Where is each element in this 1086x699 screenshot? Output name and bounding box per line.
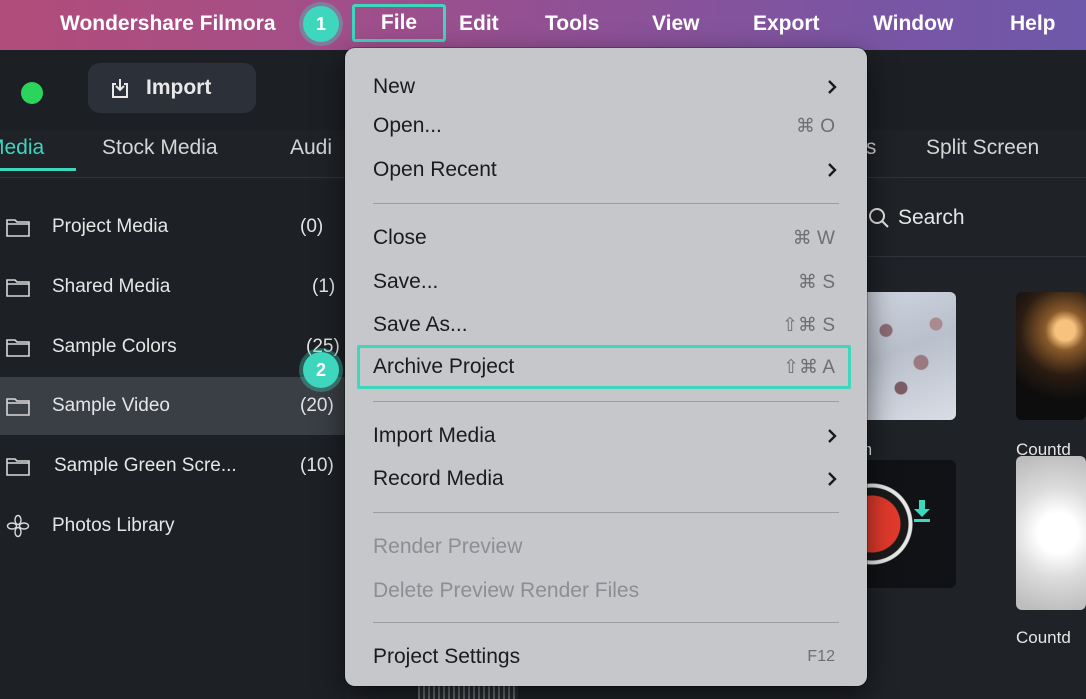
- shortcut-label: ⌘ S: [798, 271, 835, 293]
- menu-item-label: Save...: [373, 270, 439, 293]
- sidebar-item-count: (0): [300, 216, 324, 237]
- menu-item-open[interactable]: Open... ⌘ O: [373, 107, 839, 145]
- sidebar-item-shared-media[interactable]: Shared Media (1): [0, 258, 345, 316]
- sidebar-item-label: Photos Library: [52, 515, 175, 536]
- menu-separator: [373, 401, 839, 402]
- photos-icon: [6, 514, 30, 538]
- tab-split-screen[interactable]: Split Screen: [926, 136, 1039, 160]
- shortcut-label: ⌘ W: [792, 227, 835, 249]
- step-badge-2: 2: [303, 352, 339, 388]
- menu-item-label: Save As...: [373, 313, 468, 336]
- menu-item-new[interactable]: New: [373, 68, 839, 106]
- folder-icon: [6, 219, 30, 237]
- menu-item-label: Close: [373, 226, 427, 249]
- sidebar-item-label: Sample Video: [52, 395, 170, 416]
- sidebar-item-count: (1): [312, 276, 336, 297]
- import-button[interactable]: Import: [88, 63, 256, 113]
- file-menu-dropdown: New Open... ⌘ O Open Recent Close ⌘ W Sa…: [345, 48, 867, 686]
- menu-bar: Wondershare Filmora File Edit Tools View…: [0, 0, 1086, 50]
- active-tab-indicator: [0, 168, 76, 171]
- menu-export[interactable]: Export: [753, 12, 820, 36]
- tab-stock-media[interactable]: Stock Media: [102, 136, 218, 160]
- shortcut-label: ⌘ O: [795, 115, 835, 137]
- menu-item-archive-project[interactable]: Archive Project ⇧⌘ A: [373, 348, 839, 386]
- import-icon: [112, 79, 128, 98]
- sidebar-item-photos-library[interactable]: Photos Library: [0, 497, 345, 555]
- search-input[interactable]: Search: [868, 198, 1086, 238]
- thumbnail-label: Countd: [1016, 628, 1071, 647]
- chevron-right-icon: [828, 163, 837, 177]
- sidebar-item-count: (10): [300, 455, 334, 476]
- app-menu[interactable]: Wondershare Filmora: [60, 12, 276, 36]
- import-label: Import: [146, 76, 212, 99]
- menu-item-import-media[interactable]: Import Media: [373, 417, 839, 455]
- chevron-right-icon: [828, 80, 837, 94]
- folder-icon: [6, 279, 30, 297]
- media-thumbnail[interactable]: [1016, 456, 1086, 610]
- menu-help[interactable]: Help: [1010, 12, 1056, 36]
- sidebar-item-count: (20): [300, 395, 334, 416]
- menu-item-label: Archive Project: [373, 355, 515, 378]
- media-thumbnail[interactable]: [856, 292, 956, 420]
- step-badge-1: 1: [303, 6, 339, 42]
- media-thumbnail[interactable]: [856, 460, 956, 588]
- sidebar-item-sample-video[interactable]: Sample Video (20): [0, 377, 345, 435]
- folder-icon: [6, 458, 30, 476]
- search-placeholder: Search: [898, 206, 965, 229]
- divider: [868, 256, 1086, 257]
- chevron-right-icon: [828, 429, 837, 443]
- sidebar-item-label: Shared Media: [52, 276, 171, 297]
- menu-edit[interactable]: Edit: [459, 12, 499, 36]
- sidebar-item-label: Sample Green Scre...: [54, 455, 237, 476]
- folder-icon: [6, 339, 30, 357]
- sidebar-item-label: Sample Colors: [52, 336, 177, 357]
- menu-item-label: Record Media: [373, 467, 504, 490]
- folder-icon: [6, 398, 30, 416]
- menu-item-save[interactable]: Save... ⌘ S: [373, 263, 839, 301]
- chevron-right-icon: [828, 472, 837, 486]
- menu-tools[interactable]: Tools: [545, 12, 599, 36]
- menu-item-project-settings[interactable]: Project Settings F12: [373, 638, 839, 676]
- menu-item-label: Open...: [373, 114, 442, 137]
- menu-separator: [373, 622, 839, 623]
- menu-window[interactable]: Window: [873, 12, 953, 36]
- sidebar-item-project-media[interactable]: Project Media (0): [0, 198, 345, 256]
- menu-item-label: Render Preview: [373, 535, 523, 558]
- menu-item-close[interactable]: Close ⌘ W: [373, 219, 839, 257]
- shortcut-label: ⇧⌘ A: [783, 356, 835, 378]
- menu-separator: [373, 512, 839, 513]
- menu-item-label: New: [373, 75, 416, 98]
- media-thumbnail[interactable]: [418, 684, 518, 699]
- sidebar-item-label: Project Media: [52, 216, 169, 237]
- window-zoom-button[interactable]: [21, 82, 43, 104]
- shortcut-label: F12: [807, 648, 835, 665]
- menu-item-label: Project Settings: [373, 645, 521, 668]
- menu-item-delete-preview-render-files: Delete Preview Render Files: [373, 572, 839, 610]
- menu-item-label: Import Media: [373, 424, 496, 447]
- menu-item-render-preview: Render Preview: [373, 528, 839, 566]
- menu-item-save-as[interactable]: Save As... ⇧⌘ S: [373, 306, 839, 344]
- search-icon: [869, 208, 889, 228]
- tab-media[interactable]: Media: [0, 136, 44, 160]
- menu-item-open-recent[interactable]: Open Recent: [373, 151, 839, 189]
- media-thumbnail[interactable]: [1016, 292, 1086, 420]
- menu-file[interactable]: File: [352, 4, 446, 42]
- menu-item-record-media[interactable]: Record Media: [373, 460, 839, 498]
- menu-item-label: Open Recent: [373, 158, 497, 181]
- sidebar-item-sample-colors[interactable]: Sample Colors (25): [0, 318, 345, 376]
- menu-item-label: Delete Preview Render Files: [373, 579, 640, 602]
- download-icon[interactable]: [913, 500, 931, 522]
- sidebar-item-sample-green-screen[interactable]: Sample Green Scre... (10): [0, 437, 345, 495]
- shortcut-label: ⇧⌘ S: [782, 314, 835, 336]
- menu-separator: [373, 203, 839, 204]
- tab-audio[interactable]: Audi: [290, 136, 332, 160]
- menu-view[interactable]: View: [652, 12, 699, 36]
